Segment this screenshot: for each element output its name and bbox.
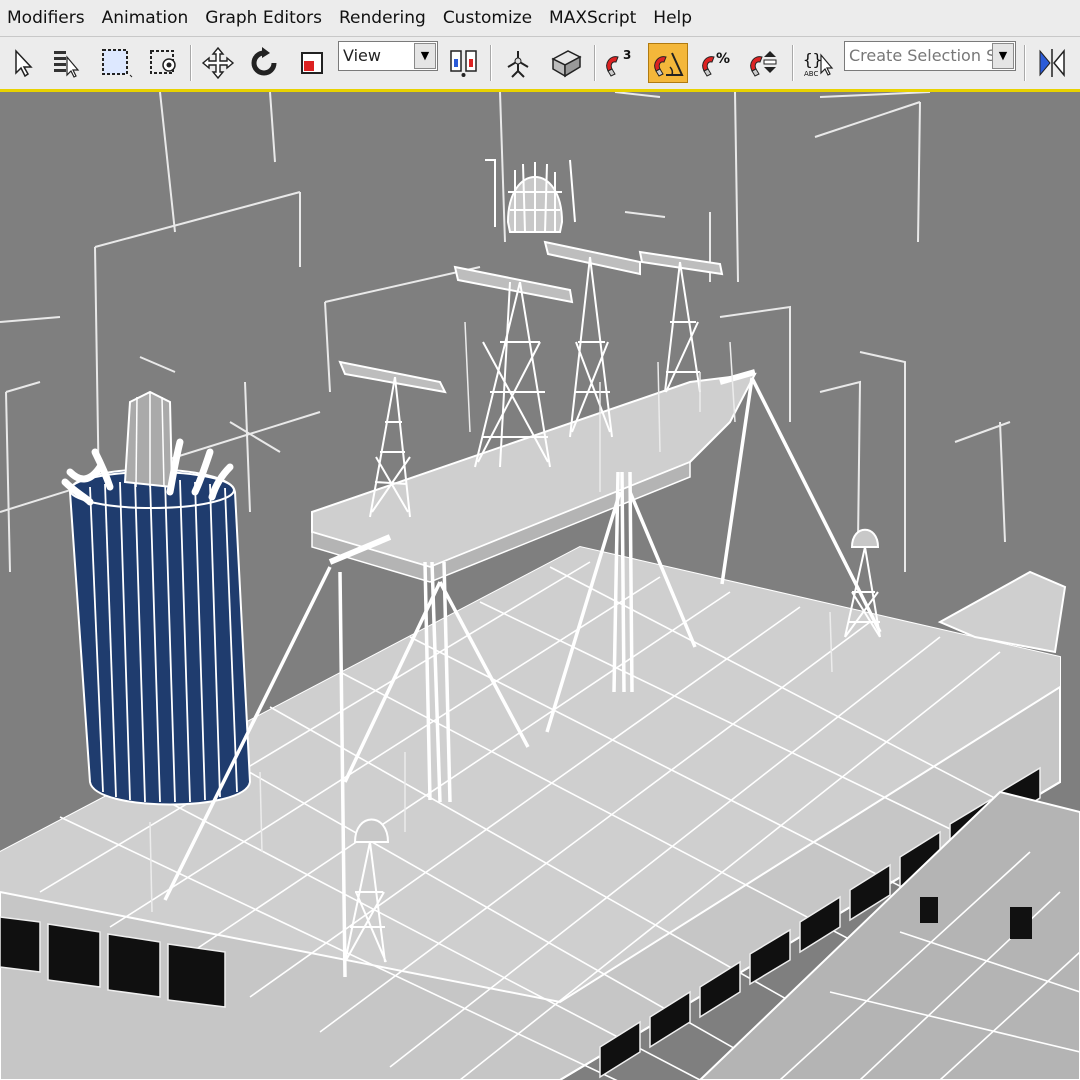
angle-snap-icon bbox=[654, 52, 684, 77]
rectangle-selection-icon bbox=[102, 49, 133, 78]
edit-named-selection-sets-button[interactable]: {} ABC bbox=[798, 43, 838, 83]
scene-wireframe bbox=[0, 92, 1080, 1080]
spinner-snap-icon bbox=[750, 51, 777, 77]
magnet-3d-snap-icon: 3 bbox=[606, 48, 631, 77]
toolbar-separator bbox=[490, 45, 492, 81]
toolbar-separator bbox=[190, 45, 192, 81]
select-by-name-icon bbox=[54, 51, 80, 78]
mirror-icon bbox=[1039, 48, 1065, 78]
selected-cylinder-object bbox=[61, 390, 252, 806]
percent-snap-toggle-button[interactable]: % bbox=[696, 43, 736, 83]
menu-bar: Modifiers Animation Graph Editors Render… bbox=[0, 0, 1080, 37]
reference-coordinate-value: View bbox=[343, 46, 381, 65]
perspective-viewport[interactable] bbox=[0, 92, 1080, 1080]
window-crossing-button[interactable] bbox=[144, 43, 184, 83]
select-by-name-button[interactable] bbox=[46, 43, 86, 83]
menu-modifiers[interactable]: Modifiers bbox=[0, 0, 95, 36]
toolbar-separator bbox=[1024, 45, 1026, 81]
named-selection-set-placeholder: Create Selection Set bbox=[849, 46, 1013, 65]
menu-help[interactable]: Help bbox=[646, 0, 702, 36]
keyboard-shortcut-override-button[interactable] bbox=[546, 43, 586, 83]
keyboard-override-icon bbox=[551, 50, 582, 78]
menu-graph-editors[interactable]: Graph Editors bbox=[198, 0, 332, 36]
pivot-center-icon bbox=[450, 50, 477, 77]
svg-text:3: 3 bbox=[623, 48, 631, 62]
rect-selection-region-button[interactable] bbox=[96, 43, 136, 83]
mirror-button[interactable] bbox=[1032, 43, 1072, 83]
svg-text:%: % bbox=[716, 51, 730, 67]
named-selection-set-dropdown[interactable]: Create Selection Set ▼ bbox=[844, 41, 1016, 71]
manipulate-icon bbox=[507, 51, 529, 78]
antenna-platform bbox=[311, 369, 757, 583]
menu-maxscript[interactable]: MAXScript bbox=[542, 0, 646, 36]
select-and-manipulate-button[interactable] bbox=[498, 43, 538, 83]
svg-text:{}: {} bbox=[803, 50, 822, 69]
chevron-down-icon: ▼ bbox=[414, 43, 436, 69]
snaps-toggle-button[interactable]: 3 bbox=[600, 43, 640, 83]
select-object-button[interactable] bbox=[2, 43, 42, 83]
spinner-snap-toggle-button[interactable] bbox=[744, 43, 784, 83]
menu-animation[interactable]: Animation bbox=[95, 0, 199, 36]
named-selection-icon: {}ABC bbox=[803, 50, 834, 78]
menu-rendering[interactable]: Rendering bbox=[332, 0, 436, 36]
rotate-icon bbox=[251, 47, 277, 76]
main-toolbar: View ▼ 3 % {} ABC Create Selection Set ▼ bbox=[0, 37, 1080, 92]
reference-coordinate-dropdown[interactable]: View ▼ bbox=[338, 41, 438, 71]
select-and-move-button[interactable] bbox=[198, 43, 238, 83]
move-arrows-icon bbox=[201, 46, 235, 80]
angle-snap-toggle-button[interactable] bbox=[648, 43, 688, 83]
select-arrow-icon bbox=[15, 49, 33, 78]
select-and-scale-button[interactable] bbox=[292, 43, 332, 83]
chevron-down-icon: ▼ bbox=[992, 43, 1014, 69]
svg-text:ABC: ABC bbox=[804, 70, 818, 78]
toolbar-separator bbox=[792, 45, 794, 81]
use-pivot-center-button[interactable] bbox=[444, 43, 484, 83]
select-and-rotate-button[interactable] bbox=[244, 43, 284, 83]
menu-customize[interactable]: Customize bbox=[436, 0, 542, 36]
scale-icon bbox=[301, 52, 323, 74]
window-crossing-icon bbox=[150, 50, 176, 74]
toolbar-separator bbox=[594, 45, 596, 81]
percent-snap-icon: % bbox=[702, 51, 730, 77]
